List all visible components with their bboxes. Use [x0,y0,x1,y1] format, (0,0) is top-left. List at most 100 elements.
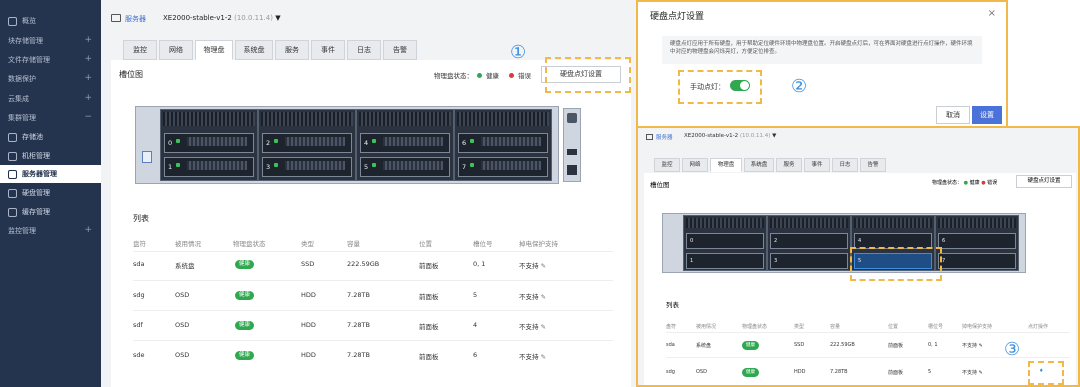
col-header: 盘符 [133,240,146,248]
led-settings-button[interactable]: 硬盘点灯设置 [1016,175,1072,188]
sidebar-item-monitor[interactable]: 监控管理 + [0,222,101,240]
expand-icon[interactable]: + [84,226,92,235]
tab-monitor[interactable]: 监控 [654,158,680,172]
cell-protect: 不支持 [519,353,539,361]
tab-physical-disk[interactable]: 物理盘 [710,158,742,172]
disk-slot[interactable]: 4 [360,133,450,153]
close-icon[interactable]: × [988,8,996,19]
sidebar-item-cache[interactable]: 缓存管理 [0,203,101,221]
expand-icon[interactable]: + [84,74,92,83]
disk-slot[interactable]: 6 [938,233,1016,249]
slot-number: 1 [168,163,173,171]
slot-number: 4 [364,139,369,147]
cell-capacity: 7.28TB [347,351,370,359]
sidebar-item-overview[interactable]: 概览 [0,12,101,30]
tab-alarm[interactable]: 告警 [860,158,886,172]
tab-physical-disk[interactable]: 物理盘 [195,40,233,60]
edit-icon[interactable]: ✎ [541,323,546,331]
sidebar-item-disk[interactable]: 硬盘管理 [0,184,101,202]
disk-slot[interactable]: 3 [770,253,848,269]
tab-monitor[interactable]: 监控 [123,40,157,60]
server-selector[interactable]: XE2000-stable-v1-2 (10.0.11.4) ▼ [684,133,776,139]
tab-network[interactable]: 网络 [159,40,193,60]
sidebar-item-rack[interactable]: 机柜管理 [0,147,101,165]
tab-event[interactable]: 事件 [311,40,345,60]
tab-service[interactable]: 服务 [275,40,309,60]
sidebar-item-block-storage[interactable]: 块存储管理 + [0,32,101,50]
disk-slot[interactable]: 1 [686,253,764,269]
sidebar-item-data-protection[interactable]: 数据保护 + [0,70,101,88]
sidebar-item-label: 文件存储管理 [8,56,50,64]
disk-slot[interactable]: 2 [262,133,352,153]
highlight-box-led [1028,361,1064,385]
server-selector[interactable]: XE2000-stable-v1-2 (10.0.11.4) ▼ [163,14,281,22]
sidebar-item-cloud[interactable]: 云集成 + [0,90,101,108]
sidebar-item-label: 概览 [22,17,36,25]
server-chassis: 0 2 4 6 1 3 5 7 [135,106,559,184]
disk-slot[interactable]: 2 [770,233,848,249]
breadcrumb: 服务器 XE2000-stable-v1-2 (10.0.11.4) ▼ [101,0,636,38]
edit-icon[interactable]: ✎ [541,293,546,301]
cache-icon [8,207,17,217]
cancel-button[interactable]: 取消 [936,106,970,124]
disk-slot[interactable]: 7 [458,157,548,177]
sidebar-item-label: 数据保护 [8,75,36,83]
error-label: 错误 [518,72,531,80]
divider [133,280,613,281]
led-settings-dialog: 硬盘点灯设置 × 硬盘点灯应用于所有硬盘，用于帮助定位硬件环境中物理盘位置。开启… [636,0,1008,130]
tab-log[interactable]: 日志 [832,158,858,172]
sidebar-item-label: 监控管理 [8,227,36,235]
error-dot-icon [509,72,514,78]
disk-slot[interactable]: 0 [686,233,764,249]
sidebar-item-storage-pool[interactable]: 存储池 [0,128,101,146]
disk-status-legend: 物理盘状态： ● 健康 ● 错误 [932,180,998,186]
slot-number: 2 [266,139,271,147]
disk-slot[interactable]: 0 [164,133,254,153]
sidebar-item-cluster[interactable]: 集群管理 − [0,109,101,127]
slot-number: 3 [266,163,271,171]
screenshot-root: 概览 块存储管理 + 文件存储管理 + 数据保护 + 云集成 + 集群管理 − 存储池 机… [0,0,1080,387]
cell-protect: 不支持 [519,293,539,301]
tab-alarm[interactable]: 告警 [383,40,417,60]
vga-port-icon [567,165,577,175]
tab-system-disk[interactable]: 系统盘 [235,40,273,60]
confirm-button[interactable]: 设置 [972,106,1002,124]
expand-icon[interactable]: + [84,36,92,45]
rack-icon [8,151,17,161]
divider [133,310,613,311]
edit-icon[interactable]: ✎ [541,353,546,361]
expand-icon[interactable]: + [84,55,92,64]
expand-icon[interactable]: + [84,94,92,103]
tab-system-disk[interactable]: 系统盘 [744,158,774,172]
disk-slot[interactable]: 3 [262,157,352,177]
status-badge: 健康 [235,291,255,300]
disk-slot[interactable]: 5 [360,157,450,177]
server-name: XE2000-stable-v1-2 [163,14,232,22]
breadcrumb-server-link[interactable]: 服务器 [125,14,146,24]
tab-network[interactable]: 网络 [682,158,708,172]
cell-position: 前面板 [419,353,439,361]
sidebar-item-server[interactable]: 服务器管理 [0,165,101,183]
breadcrumb-server-link[interactable]: 服务器 [656,133,673,141]
cell-disk: sde [133,351,145,359]
toggle-label: 手动点灯： [690,83,725,91]
server-icon [646,134,653,140]
edit-icon[interactable]: ✎ [541,262,546,270]
disk-slot[interactable]: 6 [458,133,548,153]
disk-slot[interactable]: 7 [938,253,1016,269]
disk-slot[interactable]: 1 [164,157,254,177]
manual-led-toggle[interactable] [730,80,750,91]
server-chassis: 0 2 4 6 1 3 5 7 [662,213,1026,273]
tab-event[interactable]: 事件 [804,158,830,172]
cell-position: 前面板 [419,262,439,270]
cell-disk: sda [133,260,145,268]
collapse-icon[interactable]: − [84,113,92,122]
sidebar-item-file-storage[interactable]: 文件存储管理 + [0,51,101,69]
sidebar-item-label: 存储池 [22,133,43,141]
healthy-label: 健康 [486,72,499,80]
highlight-box-2: 手动点灯： [678,70,762,104]
divider [133,251,613,252]
chevron-down-icon: ▼ [275,14,281,22]
tab-service[interactable]: 服务 [776,158,802,172]
tab-log[interactable]: 日志 [347,40,381,60]
